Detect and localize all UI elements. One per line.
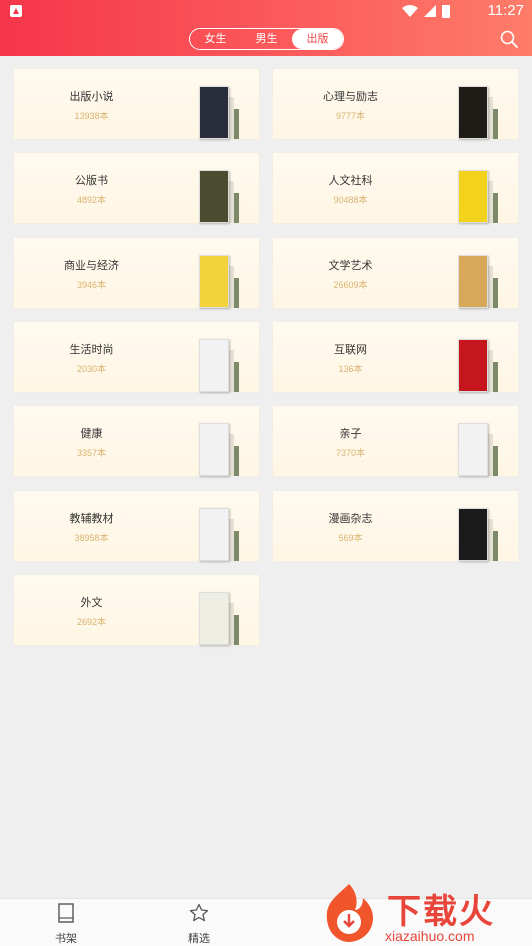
category-count: 7370本 [335, 448, 366, 458]
header-bar: 11:27 女生 男生 出版 [0, 0, 532, 56]
watermark-logo: 下载火 xiazaihuo.com [315, 878, 532, 946]
category-count: 13938本 [74, 111, 109, 121]
category-card[interactable]: 生活时尚 2030本 [14, 322, 259, 392]
tab-male[interactable]: 男生 [241, 29, 292, 49]
category-title: 漫画杂志 [328, 512, 373, 525]
category-count: 3357本 [76, 448, 107, 458]
book-cover-stack [458, 421, 498, 476]
category-count: 2692本 [76, 617, 107, 627]
category-count: 26609本 [333, 280, 368, 290]
category-title: 公版书 [75, 174, 108, 187]
book-cover-stack [458, 168, 498, 223]
category-title: 生活时尚 [69, 343, 114, 356]
category-card[interactable]: 健康 3357本 [14, 406, 259, 476]
book-cover-stack [458, 253, 498, 308]
search-icon[interactable] [500, 30, 518, 48]
book-cover-stack [199, 253, 239, 308]
book-cover-stack [458, 337, 498, 392]
category-card[interactable]: 心理与励志 9777本 [273, 69, 518, 139]
category-card[interactable]: 互联网 136本 [273, 322, 518, 392]
star-icon [189, 903, 209, 922]
nav-featured[interactable]: 精选 [169, 903, 229, 946]
category-title: 心理与励志 [323, 90, 378, 103]
flame-logo-icon [326, 884, 373, 942]
category-card[interactable]: 文学艺术 26609本 [273, 238, 518, 308]
category-count: 4892本 [76, 195, 107, 205]
category-card[interactable]: 漫画杂志 569本 [273, 491, 518, 561]
category-card[interactable]: 人文社科 90488本 [273, 153, 518, 223]
tab-published[interactable]: 出版 [292, 29, 343, 49]
nav-bookshelf[interactable]: 书架 [36, 903, 96, 946]
category-title: 文学艺术 [328, 259, 373, 272]
category-title: 外文 [80, 596, 103, 609]
nav-featured-label: 精选 [188, 932, 210, 945]
category-title: 商业与经济 [64, 259, 119, 272]
category-count: 569本 [338, 533, 363, 543]
book-cover-stack [458, 506, 498, 561]
category-title: 健康 [80, 427, 103, 440]
category-count: 3946本 [76, 280, 107, 290]
category-count: 38958本 [74, 533, 109, 543]
category-count: 136本 [338, 364, 363, 374]
book-cover-stack [199, 168, 239, 223]
category-title: 出版小说 [69, 90, 114, 103]
nav-bookshelf-label: 书架 [55, 932, 77, 945]
book-cover-stack [199, 421, 239, 476]
category-title: 亲子 [339, 427, 362, 440]
watermark-url: xiazaihuo.com [385, 928, 475, 944]
bookshelf-icon [58, 903, 74, 923]
category-count: 90488本 [333, 195, 368, 205]
category-card[interactable]: 外文 2692本 [14, 575, 259, 645]
book-cover-stack [458, 84, 498, 139]
category-title: 教辅教材 [69, 512, 114, 525]
book-cover-stack [199, 506, 239, 561]
signal-icon [424, 5, 436, 17]
category-title: 互联网 [334, 343, 367, 356]
book-cover-stack [199, 590, 239, 645]
tab-female[interactable]: 女生 [190, 29, 241, 49]
book-cover-stack [199, 337, 239, 392]
category-card[interactable]: 教辅教材 38958本 [14, 491, 259, 561]
app-notification-icon [10, 5, 22, 17]
category-tabs: 女生 男生 出版 [189, 28, 344, 50]
category-card[interactable]: 亲子 7370本 [273, 406, 518, 476]
category-card[interactable]: 出版小说 13938本 [14, 69, 259, 139]
category-count: 2030本 [76, 364, 107, 374]
category-card[interactable]: 商业与经济 3946本 [14, 238, 259, 308]
status-bar: 11:27 [0, 0, 532, 22]
category-count: 9777本 [335, 111, 366, 121]
watermark-text: 下载火 [387, 892, 495, 932]
book-cover-stack [199, 84, 239, 139]
status-time: 11:27 [487, 2, 524, 19]
wifi-icon [402, 5, 418, 17]
battery-icon [442, 4, 450, 18]
category-title: 人文社科 [328, 174, 373, 187]
category-card[interactable]: 公版书 4892本 [14, 153, 259, 223]
